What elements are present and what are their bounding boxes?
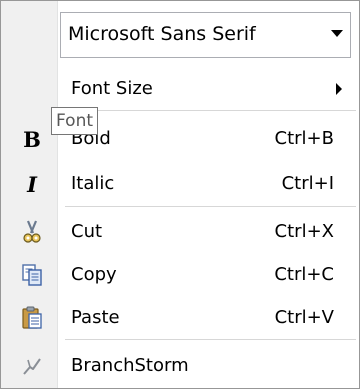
menu-item-font-size[interactable]: Font Size xyxy=(2,69,358,109)
font-family-value: Microsoft Sans Serif xyxy=(68,23,256,45)
clipboard-icon xyxy=(20,306,44,330)
italic-icon: I xyxy=(27,171,37,197)
font-family-combo[interactable]: Microsoft Sans Serif xyxy=(60,12,351,58)
menu-item-label: Italic xyxy=(71,173,115,194)
menu-item-label: Cut xyxy=(71,221,103,242)
tooltip: Font xyxy=(51,107,99,135)
menu-separator xyxy=(65,206,356,207)
context-menu: Microsoft Sans Serif Font Size B Bold Ct… xyxy=(0,0,360,389)
chevron-down-icon[interactable] xyxy=(331,30,343,37)
menu-item-cut[interactable]: Cut Ctrl+X xyxy=(2,212,358,252)
menu-item-branchstorm[interactable]: BranchStorm xyxy=(2,346,358,386)
menu-separator xyxy=(65,339,356,340)
menu-item-shortcut: Ctrl+B xyxy=(274,128,334,149)
menu-item-label: BranchStorm xyxy=(71,355,189,376)
menu-item-copy[interactable]: Copy Ctrl+C xyxy=(2,255,358,295)
scissors-icon xyxy=(20,220,44,244)
menu-item-label: Font Size xyxy=(71,78,153,99)
menu-item-label: Copy xyxy=(71,264,117,285)
menu-item-shortcut: Ctrl+C xyxy=(274,264,334,285)
menu-item-shortcut: Ctrl+I xyxy=(281,173,334,194)
menu-separator xyxy=(65,110,356,111)
menu-item-label: Paste xyxy=(71,307,120,328)
bold-icon: B xyxy=(23,126,41,152)
menu-item-shortcut: Ctrl+X xyxy=(274,221,334,242)
menu-item-shortcut: Ctrl+V xyxy=(274,307,334,328)
menu-item-paste[interactable]: Paste Ctrl+V xyxy=(2,298,358,338)
menu-item-italic[interactable]: I Italic Ctrl+I xyxy=(2,164,358,204)
copy-icon xyxy=(20,263,44,287)
submenu-arrow-icon xyxy=(336,83,342,95)
branch-icon xyxy=(20,354,44,378)
